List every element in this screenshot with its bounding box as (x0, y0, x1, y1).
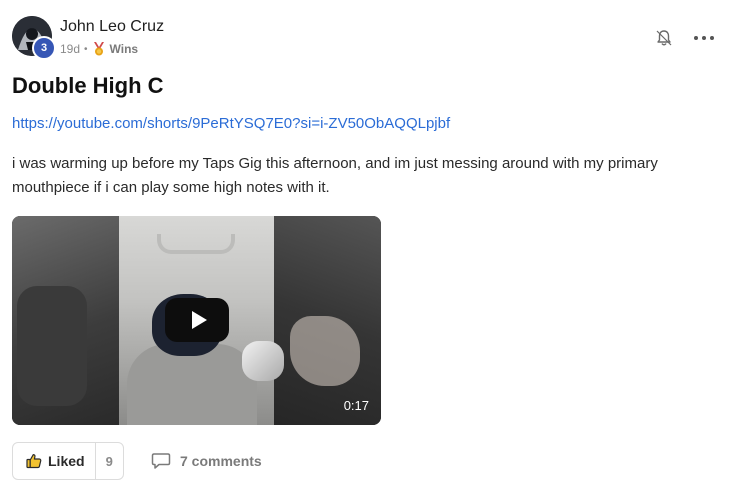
play-icon (191, 311, 207, 329)
post-category[interactable]: Wins (110, 42, 139, 56)
video-seat-shape (17, 286, 87, 406)
medal-icon (93, 42, 104, 56)
play-button[interactable] (165, 298, 229, 342)
post-link[interactable]: https://youtube.com/shorts/9PeRtYSQ7E0?s… (12, 115, 450, 132)
post-meta: 19d • Wins (60, 42, 138, 56)
video-person-body (127, 344, 257, 425)
video-duration: 0:17 (343, 398, 369, 413)
post-body: i was warming up before my Taps Gig this… (12, 155, 658, 196)
video-thumbnail[interactable]: 0:17 (12, 216, 381, 425)
comment-bubble-icon (151, 453, 171, 469)
author-avatar[interactable]: 3 (12, 16, 56, 60)
level-badge: 3 (32, 36, 56, 60)
thumbs-up-icon (26, 454, 42, 469)
more-options-icon[interactable] (694, 30, 714, 46)
video-hand-shape (290, 316, 360, 386)
video-car-handle (157, 234, 235, 254)
like-button[interactable]: Liked 9 (12, 442, 124, 480)
comments-button[interactable]: 7 comments (151, 452, 262, 470)
like-toggle[interactable]: Liked (13, 443, 96, 479)
author-name[interactable]: John Leo Cruz (60, 18, 164, 36)
notification-bell-icon[interactable] (655, 29, 673, 47)
like-count[interactable]: 9 (96, 443, 123, 479)
meta-separator: • (84, 43, 88, 55)
like-label: Liked (48, 453, 85, 469)
post-time[interactable]: 19d (60, 42, 80, 56)
video-trumpet-shape (242, 341, 284, 381)
comments-label: 7 comments (180, 453, 262, 469)
post-title: Double High C (12, 73, 164, 98)
